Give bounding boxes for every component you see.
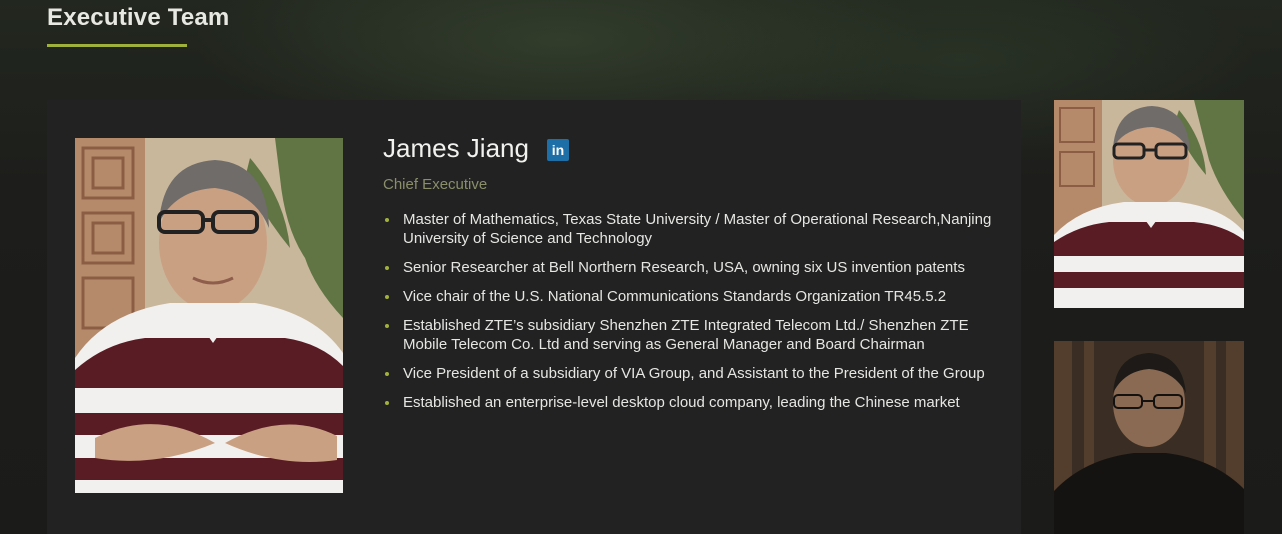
list-item: Established an enterprise-level desktop … (383, 393, 993, 412)
thumbnail-photo-2 (1054, 341, 1244, 534)
list-item-text: Vice chair of the U.S. National Communic… (403, 288, 947, 305)
list-item: Vice President of a subsidiary of VIA Gr… (383, 364, 993, 383)
list-item-text: Vice President of a subsidiary of VIA Gr… (403, 365, 985, 382)
portrait-photo (75, 138, 343, 493)
list-item-text: Master of Mathematics, Texas State Unive… (403, 211, 992, 247)
list-item: Senior Researcher at Bell Northern Resea… (383, 258, 993, 277)
linkedin-icon[interactable]: in (546, 139, 569, 161)
executive-info: James Jiang in Chief Executive Master of… (383, 130, 993, 422)
section-title: Executive Team (47, 4, 230, 31)
list-item-text: Established an enterprise-level desktop … (403, 394, 960, 411)
executive-thumbnail-2[interactable] (1054, 341, 1244, 534)
list-item-text: Established ZTE’s subsidiary Shenzhen ZT… (403, 317, 969, 353)
executive-thumbnail-1[interactable] (1054, 100, 1244, 308)
title-underline (47, 44, 187, 47)
name-row: James Jiang in (383, 130, 993, 166)
bullet-dot-icon (385, 401, 389, 405)
list-item: Vice chair of the U.S. National Communic… (383, 287, 993, 306)
credentials-list: Master of Mathematics, Texas State Unive… (383, 210, 993, 412)
list-item: Master of Mathematics, Texas State Unive… (383, 210, 993, 248)
executive-role: Chief Executive (383, 176, 488, 193)
executive-card: James Jiang in Chief Executive Master of… (47, 100, 1021, 534)
list-item: Established ZTE’s subsidiary Shenzhen ZT… (383, 316, 993, 354)
executive-portrait (75, 138, 343, 493)
executive-name: James Jiang (383, 132, 529, 163)
bullet-dot-icon (385, 218, 389, 222)
bullet-dot-icon (385, 324, 389, 328)
thumbnail-photo-1 (1054, 100, 1244, 308)
bullet-dot-icon (385, 266, 389, 270)
list-item-text: Senior Researcher at Bell Northern Resea… (403, 259, 965, 276)
bullet-dot-icon (385, 295, 389, 299)
bullet-dot-icon (385, 372, 389, 376)
